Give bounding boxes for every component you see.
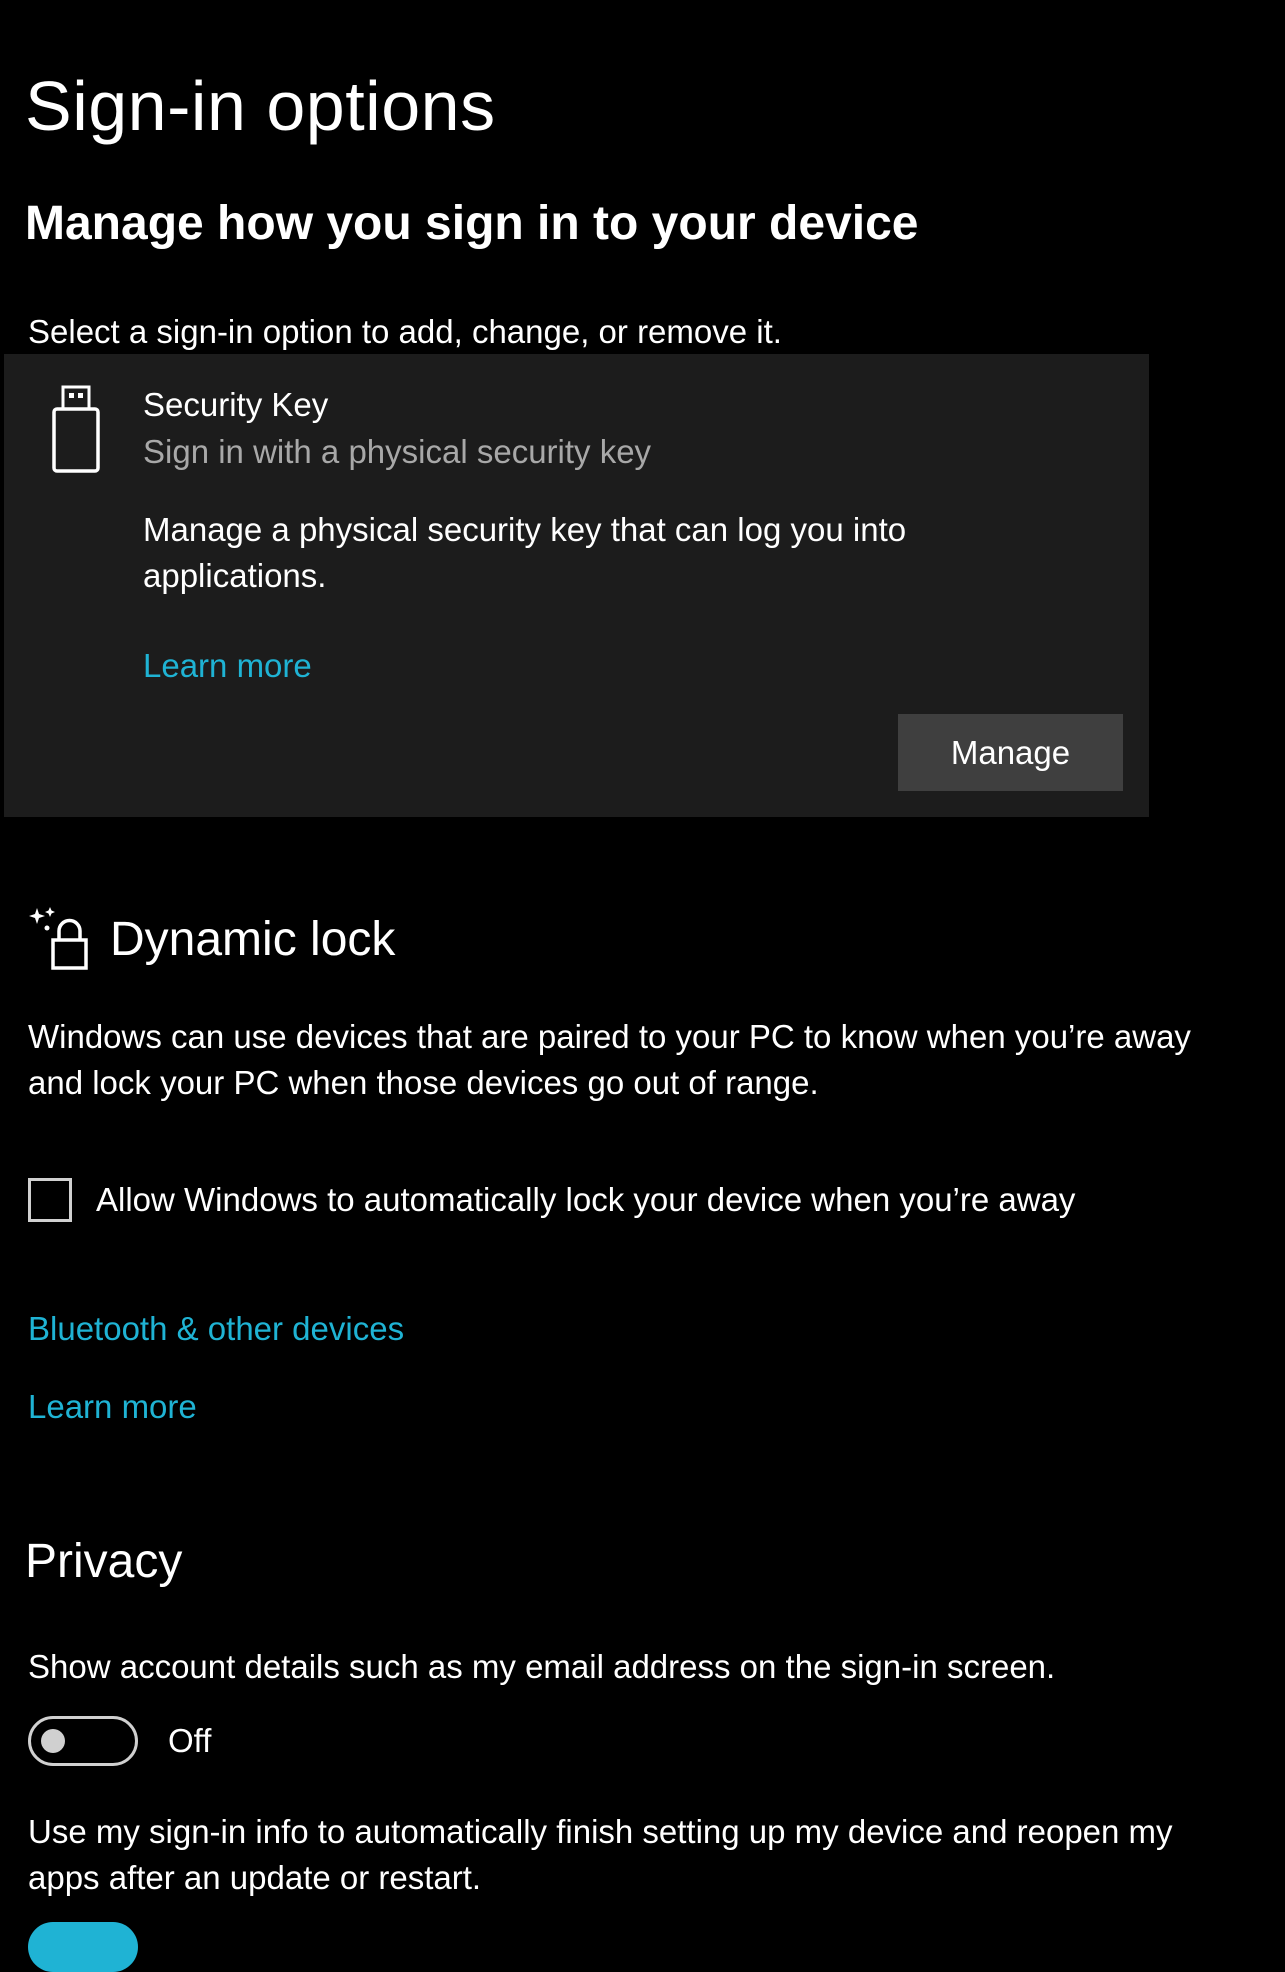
security-key-description: Manage a physical security key that can … <box>143 511 907 594</box>
usb-key-icon <box>52 385 100 473</box>
security-key-subtitle: Sign in with a physical security key <box>143 433 652 470</box>
dynamic-lock-checkbox[interactable] <box>28 1178 72 1222</box>
page-title: Sign-in options <box>25 67 496 145</box>
dynamic-lock-description: Windows can use devices that are paired … <box>28 1018 1191 1101</box>
account-details-toggle[interactable] <box>28 1716 138 1766</box>
dynamic-lock-header: Dynamic lock <box>28 904 395 974</box>
security-key-title: Security Key <box>143 386 329 423</box>
sign-in-info-toggle[interactable] <box>28 1922 138 1972</box>
dynamic-lock-learn-more-link[interactable]: Learn more <box>28 1386 197 1429</box>
dynamic-lock-checkbox-label[interactable]: Allow Windows to automatically lock your… <box>96 1181 1075 1219</box>
privacy-title: Privacy <box>25 1535 183 1588</box>
dynamic-lock-checkbox-row[interactable]: Allow Windows to automatically lock your… <box>28 1178 1075 1222</box>
dynamic-lock-icon <box>29 907 88 970</box>
section-title: Manage how you sign in to your device <box>25 197 919 250</box>
account-details-toggle-state: Off <box>168 1722 212 1759</box>
bluetooth-devices-link[interactable]: Bluetooth & other devices <box>28 1308 404 1351</box>
dynamic-lock-title: Dynamic lock <box>110 912 396 966</box>
security-key-learn-more-link[interactable]: Learn more <box>143 645 312 688</box>
toggle-knob <box>41 1729 65 1753</box>
manage-button[interactable]: Manage <box>898 714 1123 791</box>
account-details-description: Show account details such as my email ad… <box>28 1648 1056 1685</box>
intro-text: Select a sign-in option to add, change, … <box>28 313 782 350</box>
sign-in-info-description: Use my sign-in info to automatically fin… <box>28 1813 1173 1896</box>
account-details-toggle-row: Off <box>28 1716 211 1766</box>
security-key-card[interactable]: Security Key Sign in with a physical sec… <box>4 354 1149 817</box>
